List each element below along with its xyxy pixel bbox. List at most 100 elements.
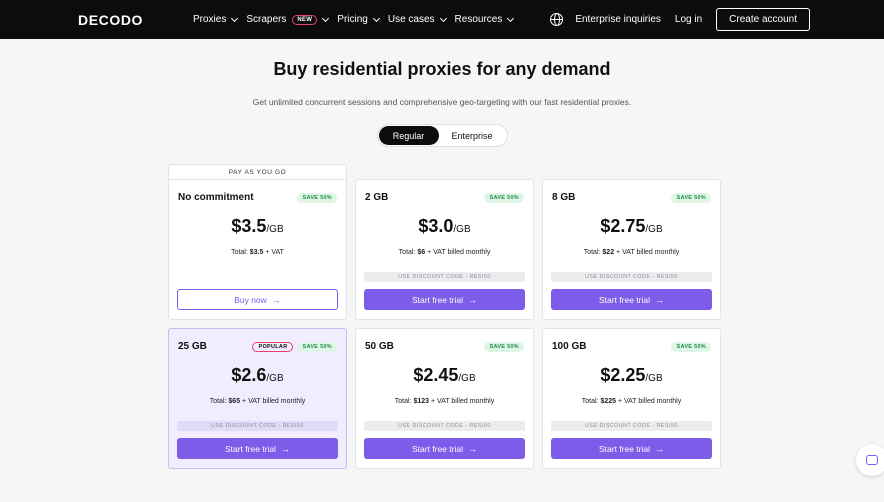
- price-unit: /GB: [645, 373, 663, 384]
- plan-card-25gb: 25 GB POPULAR SAVE 50% $2.6/GB Total: $65…: [168, 328, 347, 469]
- toggle-enterprise[interactable]: Enterprise: [439, 126, 506, 145]
- plan-total: Total: $225 + VAT billed monthly: [543, 398, 720, 405]
- chevron-down-icon: [372, 14, 380, 22]
- enterprise-inquiries-link[interactable]: Enterprise inquiries: [575, 14, 661, 25]
- start-free-trial-button[interactable]: Start free trial →: [177, 438, 338, 459]
- plan-total: Total: $6 + VAT billed monthly: [356, 249, 533, 256]
- total-prefix: Total:: [394, 398, 414, 405]
- price-unit: /GB: [453, 224, 471, 235]
- discount-code: USE DISCOUNT CODE - RESI50: [364, 272, 525, 282]
- price-value: $2.45: [413, 365, 459, 385]
- total-amount: $123: [413, 398, 430, 405]
- nav-resources-label: Resources: [454, 14, 503, 25]
- total-amount: $6: [417, 249, 426, 256]
- nav-use-cases[interactable]: Use cases: [387, 14, 447, 25]
- price-value: $2.6: [231, 365, 267, 385]
- plan-card-100gb: 100 GB SAVE 50% $2.25/GB Total: $225 + V…: [542, 328, 721, 469]
- start-free-trial-button[interactable]: Start free trial →: [364, 438, 525, 459]
- arrow-right-icon: →: [468, 294, 478, 305]
- plan-name: 8 GB: [552, 192, 576, 203]
- create-account-button[interactable]: Create account: [716, 8, 810, 31]
- nav-pricing-label: Pricing: [337, 14, 368, 25]
- nav-proxies[interactable]: Proxies: [193, 14, 239, 25]
- button-label: Start free trial: [598, 294, 651, 305]
- plan-card-2gb: 2 GB SAVE 50% $3.0/GB Total: $6 + VAT bi…: [355, 179, 534, 320]
- toggle-regular[interactable]: Regular: [378, 126, 439, 145]
- save-badge: SAVE 50%: [297, 193, 337, 203]
- total-suffix: + VAT: [263, 249, 284, 256]
- plan-badges: SAVE 50%: [297, 193, 337, 203]
- nav-scrapers-label: Scrapers: [246, 14, 287, 25]
- globe-icon[interactable]: [550, 13, 564, 26]
- total-suffix: + VAT billed monthly: [616, 398, 682, 405]
- total-amount: $3.5: [249, 249, 264, 256]
- plan-total: Total: $123 + VAT billed monthly: [356, 398, 533, 405]
- start-free-trial-button[interactable]: Start free trial →: [551, 289, 712, 310]
- arrow-right-icon: →: [655, 443, 665, 454]
- button-label: Buy now: [234, 294, 267, 305]
- new-badge: NEW: [292, 14, 318, 25]
- plan-badges: SAVE 50%: [671, 342, 711, 352]
- arrow-right-icon: →: [655, 294, 665, 305]
- total-suffix: + VAT billed monthly: [425, 249, 491, 256]
- plan-badges: POPULAR SAVE 50%: [252, 342, 337, 352]
- page-title: Buy residential proxies for any demand: [273, 59, 611, 79]
- plan-price: $2.25/GB: [543, 365, 720, 386]
- save-badge: SAVE 50%: [297, 342, 337, 352]
- price-unit: /GB: [266, 373, 284, 384]
- nav-pricing[interactable]: Pricing: [337, 14, 380, 25]
- plan-badges: SAVE 50%: [671, 193, 711, 203]
- price-unit: /GB: [266, 224, 284, 235]
- plan-name: 2 GB: [365, 192, 389, 203]
- button-label: Start free trial: [224, 443, 277, 454]
- chat-launcher-button[interactable]: [856, 444, 884, 476]
- nav-right: Enterprise inquiries Log in Create accou…: [550, 8, 810, 31]
- pay-as-you-go-label: PAY AS YOU GO: [168, 164, 347, 180]
- chevron-down-icon: [439, 14, 447, 22]
- start-free-trial-button[interactable]: Start free trial →: [364, 289, 525, 310]
- save-badge: SAVE 50%: [484, 193, 524, 203]
- plan-badges: SAVE 50%: [484, 342, 524, 352]
- chevron-down-icon: [507, 14, 515, 22]
- chevron-down-icon: [322, 14, 330, 22]
- save-badge: SAVE 50%: [671, 342, 711, 352]
- chat-icon: [866, 455, 878, 465]
- discount-code: USE DISCOUNT CODE - RESI50: [551, 272, 712, 282]
- plan-price: $2.75/GB: [543, 216, 720, 237]
- top-navigation: DECODO Proxies Scrapers NEW Pricing Use …: [0, 0, 884, 39]
- price-unit: /GB: [645, 224, 663, 235]
- plan-badges: SAVE 50%: [484, 193, 524, 203]
- plan-price: $2.45/GB: [356, 365, 533, 386]
- nav-use-cases-label: Use cases: [387, 14, 435, 25]
- plan-name: No commitment: [178, 192, 254, 203]
- discount-code: USE DISCOUNT CODE - RESI50: [177, 421, 338, 431]
- price-value: $3.0: [418, 216, 454, 236]
- plan-total: Total: $3.5 + VAT: [169, 249, 346, 256]
- arrow-right-icon: →: [468, 443, 478, 454]
- nav-scrapers[interactable]: Scrapers NEW: [246, 14, 330, 25]
- decodo-logo[interactable]: DECODO: [78, 12, 193, 28]
- total-prefix: Total:: [583, 249, 603, 256]
- chevron-down-icon: [231, 14, 239, 22]
- plan-card-8gb: 8 GB SAVE 50% $2.75/GB Total: $22 + VAT …: [542, 179, 721, 320]
- buy-now-button[interactable]: Buy now →: [177, 289, 338, 310]
- popular-badge: POPULAR: [252, 342, 294, 352]
- total-prefix: Total:: [581, 398, 601, 405]
- discount-code: USE DISCOUNT CODE - RESI50: [364, 421, 525, 431]
- start-free-trial-button[interactable]: Start free trial →: [551, 438, 712, 459]
- discount-code: USE DISCOUNT CODE - RESI50: [551, 421, 712, 431]
- plan-total: Total: $22 + VAT billed monthly: [543, 249, 720, 256]
- plan-name: 50 GB: [365, 341, 394, 352]
- save-badge: SAVE 50%: [484, 342, 524, 352]
- price-value: $2.25: [600, 365, 646, 385]
- login-link[interactable]: Log in: [675, 14, 702, 25]
- total-suffix: + VAT billed monthly: [429, 398, 495, 405]
- plan-type-toggle: Regular Enterprise: [376, 124, 508, 147]
- plan-total: Total: $65 + VAT billed monthly: [169, 398, 346, 405]
- total-prefix: Total:: [231, 249, 250, 256]
- plan-price: $3.0/GB: [356, 216, 533, 237]
- total-amount: $65: [228, 398, 241, 405]
- nav-resources[interactable]: Resources: [454, 14, 515, 25]
- button-label: Start free trial: [598, 443, 651, 454]
- total-amount: $225: [600, 398, 617, 405]
